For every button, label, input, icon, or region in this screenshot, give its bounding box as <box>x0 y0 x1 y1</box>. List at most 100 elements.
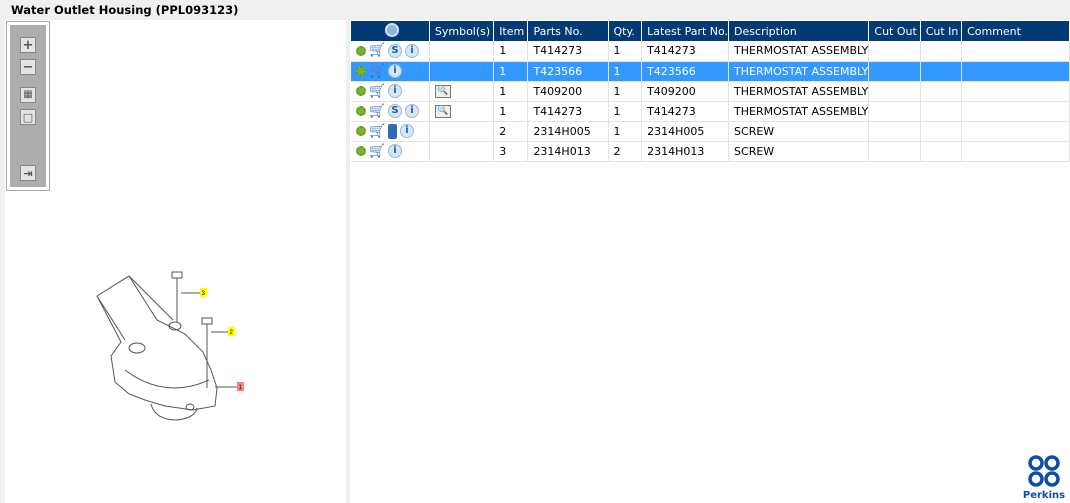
s-icon[interactable]: S <box>388 43 402 58</box>
row-actions: 🛒 Si <box>351 41 430 62</box>
latest-cell: T423566 <box>641 61 730 82</box>
cart-icon[interactable]: 🛒 <box>369 85 385 98</box>
description-cell: THERMOSTAT ASSEMBLY <box>728 101 870 122</box>
info-icon[interactable]: i <box>405 43 419 58</box>
export-button[interactable]: ⇥ <box>20 165 36 181</box>
column-header-cut-in[interactable]: Cut In <box>920 21 963 41</box>
row-actions: 🛒 i <box>351 81 430 102</box>
gear-icon[interactable] <box>356 86 366 96</box>
cut-out-cell <box>868 141 921 162</box>
gear-icon[interactable] <box>356 45 366 56</box>
info-icon[interactable]: i <box>388 64 402 78</box>
bolt-3 <box>171 271 183 322</box>
qty-cell: 1 <box>608 41 643 62</box>
table-row[interactable]: 🛒 Si 1 T414273 1 T414273 THERMOSTAT ASSEMBLY <box>351 41 1070 62</box>
cut-in-cell <box>920 141 963 162</box>
description-cell: THERMOSTAT ASSEMBLY <box>728 81 870 102</box>
gear-icon[interactable] <box>356 106 366 116</box>
symbol-cell: 🔍 <box>429 101 495 122</box>
column-header-item[interactable]: Item <box>493 21 529 41</box>
cart-icon[interactable]: 🛒 <box>369 65 385 78</box>
item-cell: 1 <box>493 61 529 82</box>
cut-out-cell <box>868 101 921 122</box>
viewer-toolbar: + − ▦ □ ⇥ <box>6 21 50 191</box>
parts-no-cell: T414273 <box>527 41 609 62</box>
qty-cell: 1 <box>608 121 643 142</box>
cart-icon[interactable]: 🛒 <box>369 105 385 118</box>
table-row[interactable]: 🛒 i 2 2314H005 1 2314H005 SCREW <box>351 121 1070 142</box>
comment-cell <box>961 101 1070 122</box>
manual-icon[interactable]: 🔍 <box>434 104 451 118</box>
info-icon[interactable]: i <box>405 104 419 118</box>
description-cell: SCREW <box>728 121 870 142</box>
comment-cell <box>961 61 1070 82</box>
column-header-qty[interactable]: Qty. <box>608 21 643 41</box>
page-title: Water Outlet Housing (PPL093123) <box>11 3 239 17</box>
parts-list-panel: Symbol(s) Item Parts No. Qty. Latest Part No… <box>350 20 1070 503</box>
table-row[interactable]: 🛒 Si 🔍 1 T414273 1 T414273 THERMOSTAT ASSEMBLY <box>351 101 1070 122</box>
cut-in-cell <box>920 41 963 62</box>
symbol-cell <box>429 41 495 62</box>
qty-cell: 1 <box>608 101 643 122</box>
cut-out-cell <box>868 121 921 142</box>
zoom-out-button[interactable]: − <box>20 59 36 75</box>
manual-icon[interactable]: 🔍 <box>434 84 451 98</box>
cart-icon[interactable]: 🛒 <box>369 145 385 158</box>
item-cell: 2 <box>493 121 529 142</box>
row-actions: 🛒 Si <box>351 101 430 122</box>
column-header-parts-no[interactable]: Parts No. <box>527 21 609 41</box>
table-row[interactable]: 🛒 i 3 2314H013 2 2314H013 SCREW <box>351 141 1070 162</box>
column-header-comment[interactable]: Comment <box>961 21 1070 41</box>
column-header-cut-out[interactable]: Cut Out <box>868 21 921 41</box>
row-actions: 🛒 i <box>351 61 430 82</box>
actual-size-button[interactable]: □ <box>20 109 36 125</box>
s-icon[interactable]: S <box>388 104 402 118</box>
item-cell: 1 <box>493 101 529 122</box>
table-row[interactable]: 🛒 i 🔍 1 T409200 1 T409200 THERMOSTAT ASSEMBLY <box>351 81 1070 102</box>
column-header-symbol-s[interactable]: Symbol(s) <box>429 21 495 41</box>
info-icon[interactable]: i <box>400 124 414 138</box>
parts-no-cell: T414273 <box>527 101 609 122</box>
search-icon[interactable] <box>385 22 400 37</box>
parts-illustration: 3 2 1 <box>96 271 244 421</box>
zoom-in-button[interactable]: + <box>20 37 36 53</box>
cart-icon[interactable]: 🛒 <box>369 44 385 57</box>
cut-in-cell <box>920 81 963 102</box>
symbol-cell <box>429 141 495 162</box>
qty-cell: 1 <box>608 81 643 102</box>
latest-cell: T414273 <box>641 41 730 62</box>
gear-icon[interactable] <box>356 146 366 156</box>
cut-in-cell <box>920 61 963 82</box>
comment-cell <box>961 121 1070 142</box>
item-cell: 3 <box>493 141 529 162</box>
comment-cell <box>961 81 1070 102</box>
column-header-description[interactable]: Description <box>728 21 870 41</box>
qty-cell: 1 <box>608 61 643 82</box>
table-row[interactable]: 🛒 i 1 T423566 1 T423566 THERMOSTAT ASSEMBLY <box>351 61 1070 82</box>
perkins-emblem-icon <box>1028 455 1060 487</box>
item-cell: 1 <box>493 41 529 62</box>
description-cell: THERMOSTAT ASSEMBLY <box>728 61 870 82</box>
qty-cell: 2 <box>608 141 643 162</box>
illustration-panel: + − ▦ □ ⇥ 3 2 1 <box>5 20 346 503</box>
description-cell: THERMOSTAT ASSEMBLY <box>728 41 870 62</box>
item-cell: 1 <box>493 81 529 102</box>
book-icon[interactable] <box>388 123 397 139</box>
cut-out-cell <box>868 81 921 102</box>
symbol-cell <box>429 61 495 82</box>
info-icon[interactable]: i <box>388 144 402 158</box>
parts-table: Symbol(s) Item Parts No. Qty. Latest Part No… <box>351 21 1070 162</box>
cart-icon[interactable]: 🛒 <box>369 125 385 138</box>
parts-no-cell: T409200 <box>527 81 609 102</box>
row-actions: 🛒 i <box>351 141 430 162</box>
parts-no-cell: 2314H005 <box>527 121 609 142</box>
column-header-search[interactable] <box>351 21 430 41</box>
cut-out-cell <box>868 61 921 82</box>
fit-view-button[interactable]: ▦ <box>20 87 36 103</box>
column-header-latest-part-no[interactable]: Latest Part No. <box>641 21 730 41</box>
latest-cell: 2314H005 <box>641 121 730 142</box>
info-icon[interactable]: i <box>388 84 402 98</box>
latest-cell: T409200 <box>641 81 730 102</box>
gear-icon[interactable] <box>356 66 366 76</box>
gear-icon[interactable] <box>356 126 366 136</box>
